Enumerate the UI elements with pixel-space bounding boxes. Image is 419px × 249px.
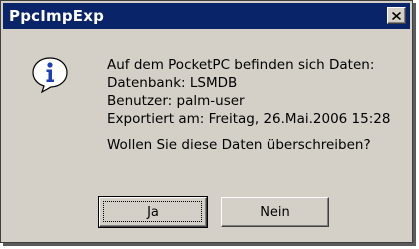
close-button[interactable] [387,7,406,24]
no-button-label: Nein [260,204,290,220]
yes-button[interactable]: Ja [98,196,208,228]
close-icon [392,11,401,20]
title-bar[interactable]: PpcImpExp [3,3,410,29]
message-line: Datenbank: LSMDB [107,75,238,91]
question-text: Wollen Sie diese Daten überschreiben? [107,137,371,153]
dialog-window: PpcImpExp Auf dem PocketPC befinden sich… [0,0,413,243]
yes-button-label: Ja [147,204,159,220]
message-line: Exportiert am: Freitag, 26.Mai.2006 15:2… [107,111,391,127]
message-text: Auf dem PocketPC befinden sich Daten: Da… [107,56,390,128]
info-icon [32,57,68,94]
no-button[interactable]: Nein [221,197,329,227]
message-line: Benutzer: palm-user [107,93,245,109]
window-title: PpcImpExp [9,7,105,25]
message-line: Auf dem PocketPC befinden sich Daten: [107,57,375,73]
